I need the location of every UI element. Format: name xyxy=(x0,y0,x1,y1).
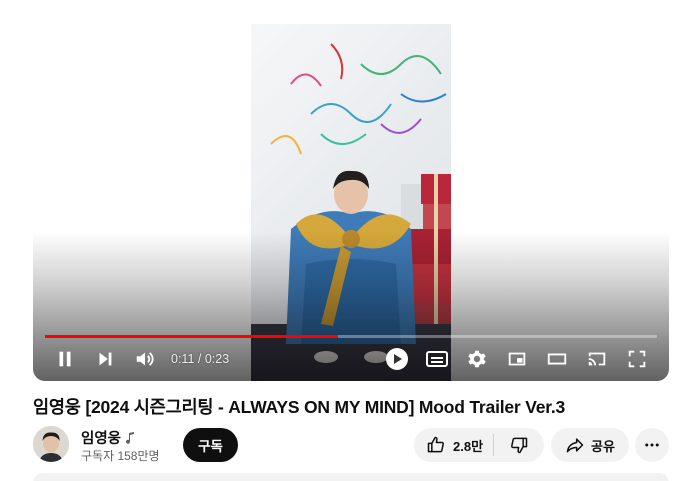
cast-button[interactable] xyxy=(577,342,617,376)
autoplay-icon xyxy=(386,348,408,370)
like-dislike-group: 2.8만 xyxy=(414,428,544,462)
pause-icon xyxy=(59,351,71,367)
fullscreen-button[interactable] xyxy=(617,342,657,376)
miniplayer-icon xyxy=(508,352,526,366)
thumbs-down-icon xyxy=(511,437,528,454)
miniplayer-button[interactable] xyxy=(497,342,537,376)
channel-row: 임영웅 구독자 158만명 구독 2.8만 공유 xyxy=(33,425,669,465)
volume-button[interactable] xyxy=(125,342,165,376)
like-button[interactable]: 2.8만 xyxy=(414,428,493,462)
player-controls: 0:11 / 0:23 xyxy=(33,342,669,376)
theater-mode-button[interactable] xyxy=(537,342,577,376)
volume-icon xyxy=(136,352,154,366)
next-icon xyxy=(99,352,112,366)
description-box[interactable] xyxy=(33,473,669,481)
share-button[interactable]: 공유 xyxy=(551,428,629,462)
theater-icon xyxy=(547,353,567,365)
thumbs-up-icon xyxy=(427,436,444,453)
settings-button[interactable] xyxy=(457,342,497,376)
cast-icon xyxy=(588,352,606,366)
fullscreen-icon xyxy=(628,350,646,368)
music-note-icon xyxy=(125,431,135,444)
dislike-button[interactable] xyxy=(494,428,544,462)
time-display: 0:11 / 0:23 xyxy=(171,352,230,366)
play-pause-button[interactable] xyxy=(45,342,85,376)
video-title: 임영웅 [2024 시즌그리팅 - ALWAYS ON MY MIND] Moo… xyxy=(33,397,566,417)
captions-icon xyxy=(426,351,448,367)
like-count: 2.8만 xyxy=(453,438,484,454)
share-label: 공유 xyxy=(591,438,615,454)
settings-icon xyxy=(468,350,486,368)
subscriber-count: 구독자 158만명 xyxy=(81,449,160,463)
avatar-image xyxy=(33,426,69,462)
subscribe-button[interactable]: 구독 xyxy=(183,428,238,462)
progress-bar[interactable] xyxy=(45,335,657,338)
progress-played xyxy=(45,335,338,338)
next-button[interactable] xyxy=(85,342,125,376)
share-icon xyxy=(566,438,584,453)
video-player[interactable]: 0:11 / 0:23 xyxy=(33,8,669,381)
autoplay-toggle[interactable] xyxy=(377,342,417,376)
channel-name[interactable]: 임영웅 xyxy=(81,427,121,448)
captions-button[interactable] xyxy=(417,342,457,376)
more-horizontal-icon xyxy=(645,443,659,447)
more-actions-button[interactable] xyxy=(635,428,669,462)
channel-avatar[interactable] xyxy=(33,426,69,462)
